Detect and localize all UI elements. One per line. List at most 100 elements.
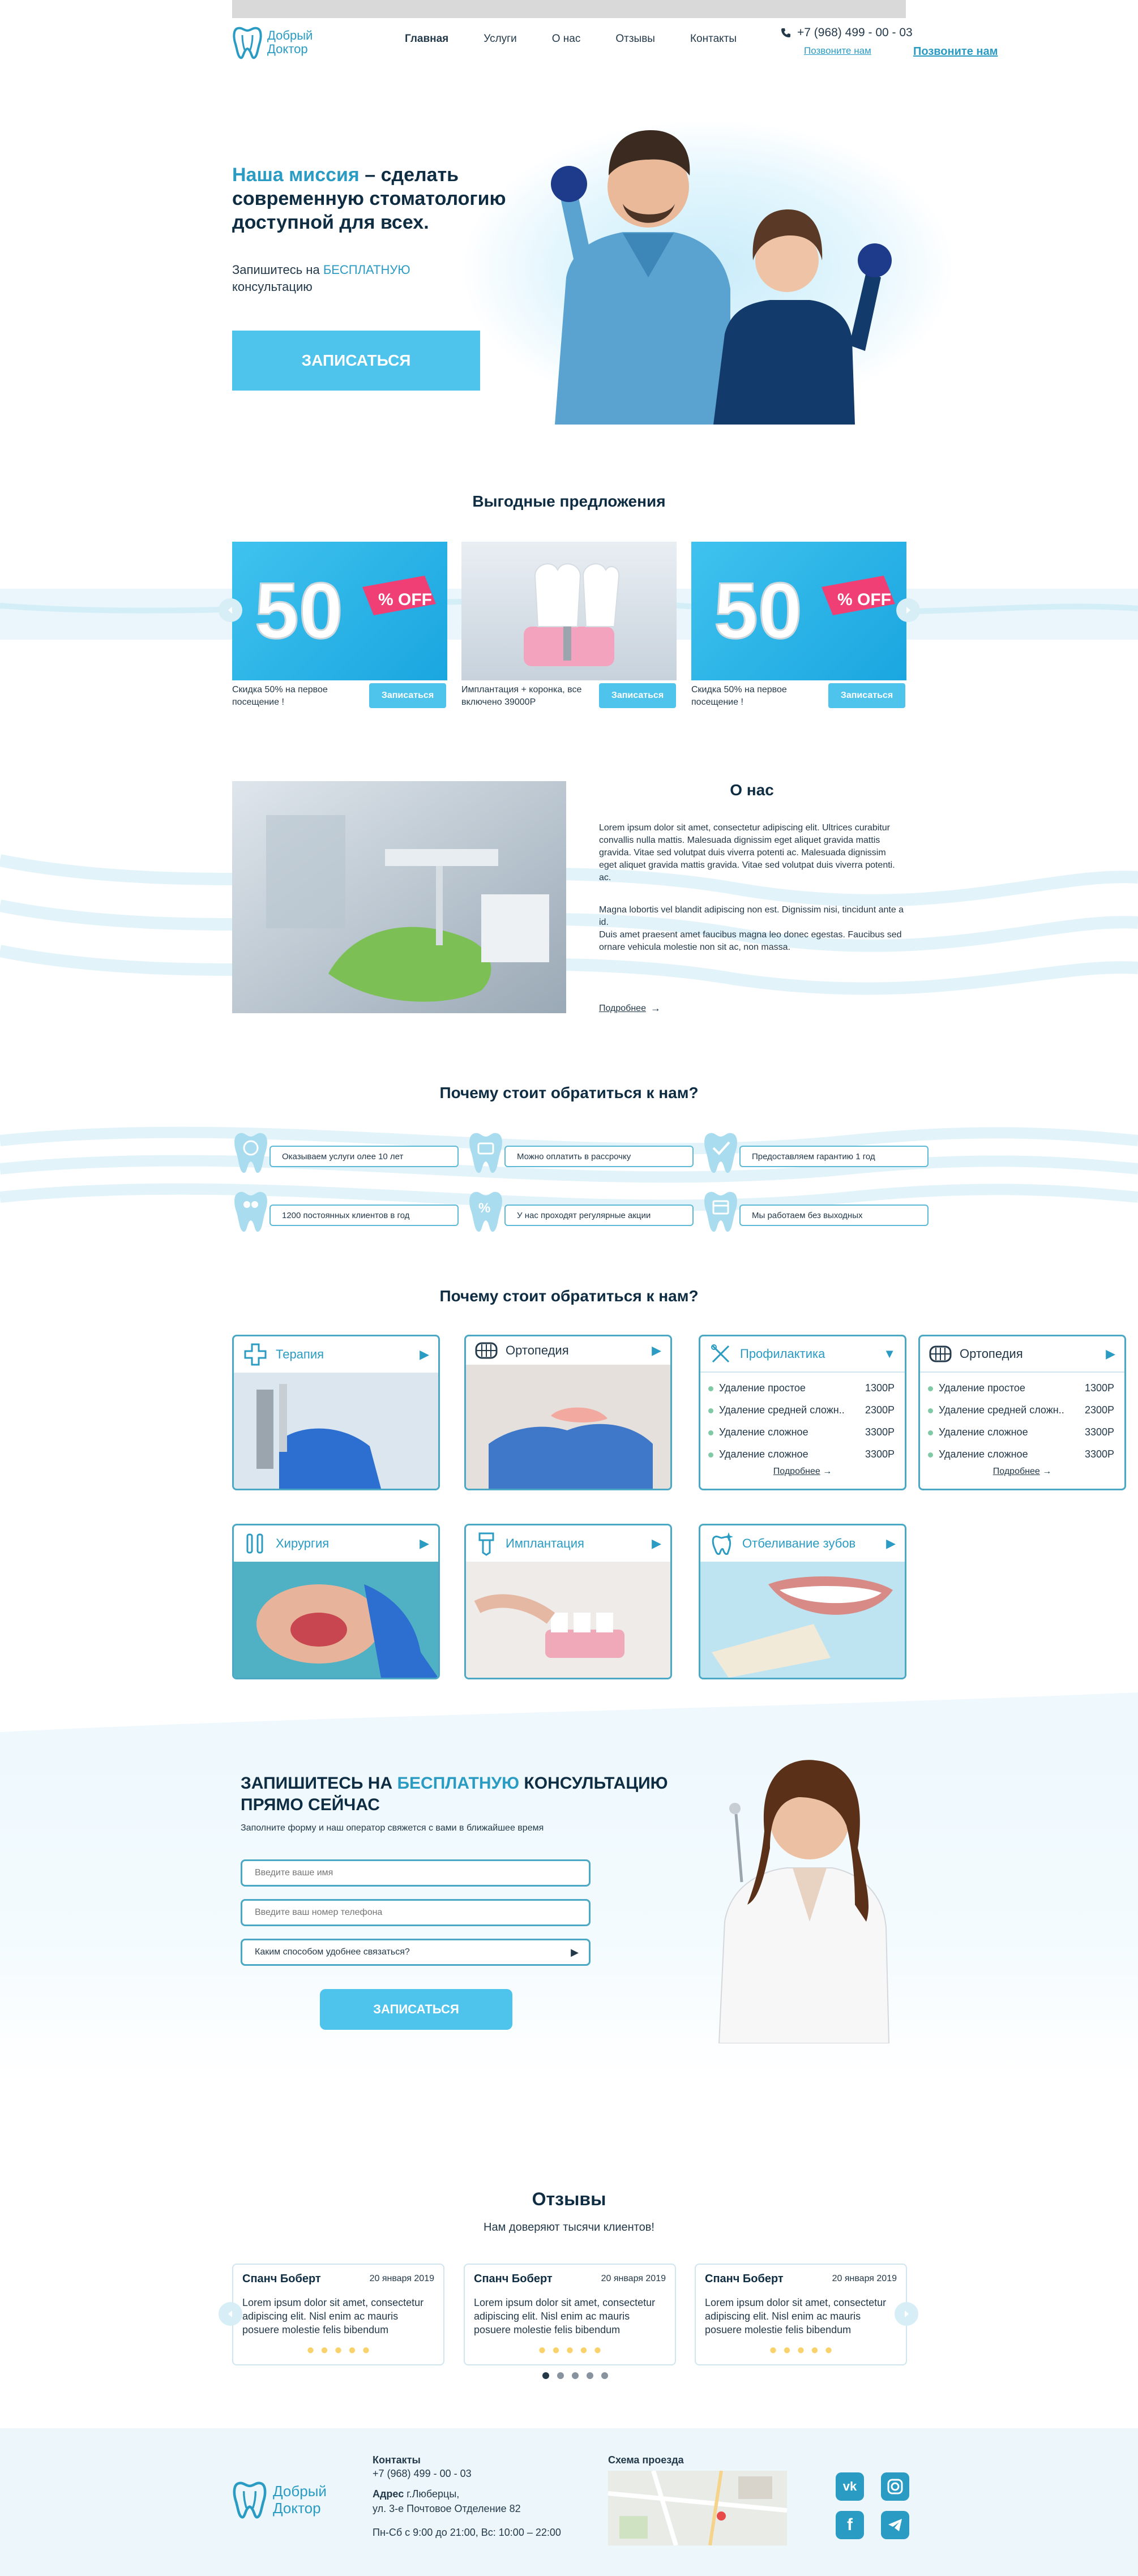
service-card-prophylaxis[interactable]: Профилактика ▼ Удаление простое 1300Р Уда… [699,1335,906,1490]
implant-model-icon [524,563,620,666]
offer-caption-2: Имплантация + коронка, все включено 3900… [461,685,582,707]
offer-caption-1: Скидка 50% на первое посещение ! [232,685,328,707]
service-card-header: Ортопедия ▶ [466,1336,670,1365]
pagination-dot[interactable] [572,2372,579,2379]
facebook-icon[interactable]: f [836,2511,864,2539]
price-row: Удаление сложное 3300Р [920,1443,1124,1465]
tools-icon [711,1344,730,1363]
telegram-icon[interactable] [881,2511,909,2539]
star-icon: ● [348,2342,357,2358]
price-row-value: 3300Р [1084,1426,1114,1438]
prophylaxis-more-link[interactable]: Подробнее → [700,1467,905,1477]
why-item-label-1: Оказываем услуги олее 10 лет [269,1146,459,1167]
service-card-title: Имплантация [506,1536,584,1550]
tooth-badge-icon [234,1133,267,1173]
service-card-orthopedics[interactable]: Ортопедия ▶ [464,1335,672,1490]
about-more-link[interactable]: Подробнее → [599,1002,661,1014]
consult-title-accent: БЕСПЛАТНУЮ [397,1774,520,1793]
offers-next-arrow[interactable] [896,598,920,622]
chevron-left-icon [228,607,232,614]
nav-item-contacts[interactable]: Контакты [690,33,737,45]
consult-title-prefix: ЗАПИШИТЕСЬ НА [241,1774,397,1793]
price-row-name: Удаление сложное [939,1426,1028,1438]
reviews-next-arrow[interactable] [895,2302,918,2326]
consult-contact-select[interactable]: Каким способом удобнее связаться? ▶ [241,1939,591,1966]
review-card-1: Спанч Боберт 20 января 2019 Lorem ipsum … [232,2264,444,2365]
header-phone[interactable]: +7 (968) 499 - 00 - 03 [780,26,913,40]
footer-map[interactable] [608,2471,787,2545]
badge-tag: % OFF [837,590,891,609]
sparkle-tooth-icon [712,1532,733,1555]
nav-item-reviews[interactable]: Отзывы [615,33,655,45]
play-right-icon: ▶ [571,1946,579,1958]
consult-doctor-photo [718,1760,890,2043]
offer-signup-button-2[interactable]: Записаться [599,683,676,708]
service-card-title: Профилактика [740,1347,825,1361]
star-icon: ● [334,2342,343,2358]
more-link-label: Подробнее [773,1467,820,1476]
why-item-label-2: Можно оплатить в рассрочку [504,1146,694,1167]
offer-caption-3: Скидка 50% на первое посещение ! [691,685,787,707]
instagram-icon[interactable] [881,2472,909,2501]
footer-phone[interactable]: +7 (968) 499 - 00 - 03 [373,2466,561,2481]
pagination-dot[interactable] [601,2372,608,2379]
offer-signup-button-1[interactable]: Записаться [369,683,446,708]
consult-submit-button[interactable]: ЗАПИСАТЬСЯ [320,1989,512,2030]
consult-phone-input[interactable] [241,1899,591,1926]
review-date: 20 января 2019 [832,2274,897,2283]
orthopedics-photo [466,1365,670,1489]
hero-signup-button[interactable]: ЗАПИСАТЬСЯ [232,331,480,391]
orthopedics-more-link[interactable]: Подробнее → [920,1467,1124,1477]
implantation-photo [466,1562,670,1678]
service-card-title: Отбеливание зубов [742,1536,856,1550]
price-row: Удаление сложное 3300Р [920,1421,1124,1443]
about-clinic-photo [232,781,566,1013]
instagram-glyph [887,2479,903,2494]
price-row-value: 1300Р [1084,1382,1114,1394]
nav-item-services[interactable]: Услуги [484,33,516,45]
about-title: О нас [730,781,774,799]
review-card-2: Спанч Боберт 20 января 2019 Lorem ipsum … [464,2264,676,2365]
price-row: Удаление средней сложн.. 2300Р [700,1399,905,1421]
service-card-therapy[interactable]: Терапия ▶ [232,1335,440,1490]
tooth-logo-icon [233,2481,267,2519]
footer-logo[interactable]: Добрый Доктор [232,2479,327,2520]
why-item-label-4: 1200 постоянных клиентов в год [269,1205,459,1226]
review-card-3: Спанч Боберт 20 января 2019 Lorem ipsum … [695,2264,907,2365]
play-right-icon: ▶ [420,1347,429,1361]
consult-top-wave [0,1692,1138,1738]
logo[interactable]: Добрый Доктор [232,23,317,62]
tooth-calendar-icon [704,1191,737,1232]
discount-badge-icon: 50 % OFF [254,565,436,656]
tooth-wallet-icon [469,1133,502,1173]
reviews-prev-arrow[interactable] [219,2302,242,2326]
service-card-header: Ортопедия ▶ [920,1336,1124,1373]
service-card-implantation[interactable]: Имплантация ▶ [464,1524,672,1679]
pagination-dot[interactable] [542,2372,549,2379]
pagination-dot[interactable] [557,2372,564,2379]
price-row-name: Удаление сложное [719,1448,808,1460]
nav-item-home[interactable]: Главная [405,33,448,45]
footer-address: Адрес г.Люберцы, [373,2487,561,2501]
service-card-title: Ортопедия [960,1347,1023,1361]
vk-icon[interactable]: vk [836,2472,864,2501]
call-us-link-alt[interactable]: Позвоните нам [913,45,998,58]
consult-name-input[interactable] [241,1859,591,1887]
offers-prev-arrow[interactable] [219,598,242,622]
service-card-whitening[interactable]: Отбеливание зубов ▶ [699,1524,906,1679]
review-date: 20 января 2019 [369,2274,434,2283]
top-bar [232,0,906,18]
price-row: Удаление сложное 3300Р [700,1443,905,1465]
why-item-3: Предоставляем гарантию 1 год [702,1131,929,1182]
service-card-surgery[interactable]: Хирургия ▶ [232,1524,440,1679]
star-icon: ● [306,2342,315,2358]
nav-item-about[interactable]: О нас [552,33,581,45]
call-us-link[interactable]: Позвоните нам [804,45,871,57]
offer-signup-button-3[interactable]: Записаться [828,683,905,708]
svg-text:%: % [478,1201,490,1216]
pagination-dot[interactable] [587,2372,593,2379]
surgery-photo [234,1562,438,1678]
why-item-label-5: У нас проходят регулярные акции [504,1205,694,1226]
implant-icon [478,1532,494,1556]
service-card-orthopedics-expanded[interactable]: Ортопедия ▶ Удаление простое 1300Р Удален… [918,1335,1126,1490]
